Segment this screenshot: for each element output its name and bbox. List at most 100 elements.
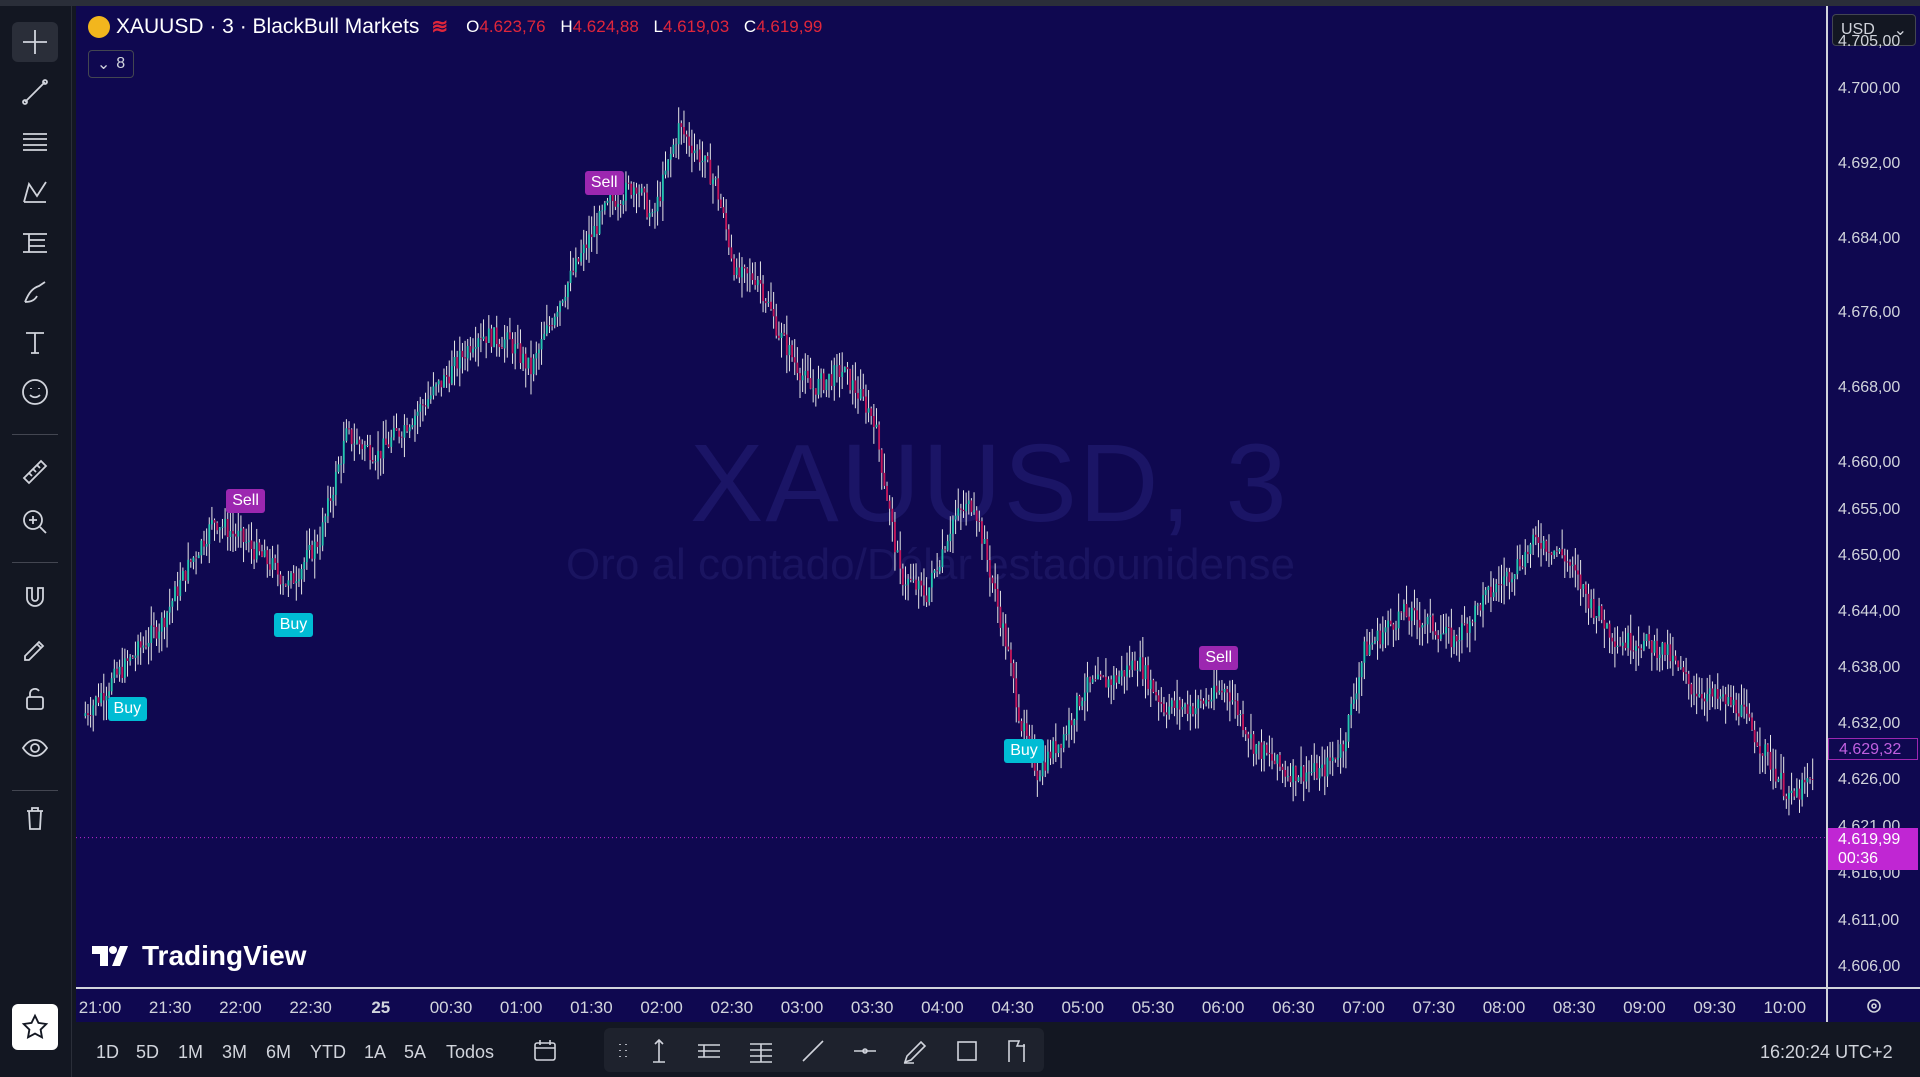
candle [1753, 720, 1756, 754]
candle [664, 151, 667, 179]
candle [698, 139, 701, 171]
hide-tool[interactable] [12, 728, 58, 768]
brush-tool[interactable] [12, 272, 58, 312]
zoom-tool[interactable] [12, 502, 58, 542]
trend-line-tool[interactable] [12, 72, 58, 112]
candle [1500, 564, 1503, 604]
left-drawing-toolbar [0, 6, 72, 1077]
candle [152, 612, 155, 639]
candle [648, 199, 651, 227]
candle [1732, 685, 1735, 713]
range-5a[interactable]: 5A [404, 1042, 426, 1063]
indicators-toggle[interactable]: ⌄ 8 [88, 50, 134, 78]
magnet-tool[interactable] [12, 578, 58, 618]
lock-tool[interactable] [12, 678, 58, 718]
range-1d[interactable]: 1D [96, 1042, 119, 1063]
candle [780, 322, 783, 358]
candle [891, 497, 894, 542]
candle [1310, 754, 1313, 776]
drag-handle[interactable] [606, 1034, 640, 1068]
candle [1371, 628, 1374, 650]
candle [1690, 682, 1693, 708]
candle [1439, 615, 1442, 642]
candle [930, 560, 933, 603]
candle [532, 354, 535, 382]
candle [1798, 779, 1801, 813]
remove-tool[interactable] [12, 798, 58, 838]
horizontal-lines-icon [23, 133, 47, 151]
candle [1793, 788, 1796, 801]
price-range-button[interactable] [744, 1034, 778, 1068]
high-value: 4.624,88 [572, 16, 639, 36]
flag-button[interactable] [1000, 1034, 1034, 1068]
range-ytd[interactable]: YTD [310, 1042, 346, 1063]
symbol-legend[interactable]: XAUUSD · 3 · BlackBull Markets ≋ O4.623,… [88, 14, 832, 39]
emoji-tool[interactable] [12, 372, 58, 412]
forecast-tool[interactable] [12, 222, 58, 262]
candle [704, 155, 706, 178]
stay-drawing-tool[interactable] [12, 628, 58, 668]
candle [1711, 681, 1714, 708]
last-price-value: 4.619,99 [1838, 830, 1901, 848]
candle [1759, 727, 1761, 774]
range-all[interactable]: Todos [446, 1042, 494, 1063]
candle [1252, 731, 1255, 767]
favorites-button[interactable] [12, 1004, 58, 1050]
candle [1305, 756, 1308, 789]
candle [1735, 692, 1738, 721]
candle [237, 511, 240, 548]
candle [564, 284, 567, 308]
candle [1205, 688, 1208, 707]
candle [730, 234, 733, 262]
clock-timezone[interactable]: 16:20:24 UTC+2 [1760, 1042, 1893, 1063]
candle [174, 581, 176, 602]
candle [1621, 631, 1624, 656]
candle [1213, 666, 1215, 711]
text-tool[interactable] [12, 322, 58, 362]
open-value: 4.623,76 [479, 16, 546, 36]
go-to-date-button[interactable] [528, 1034, 562, 1068]
candle [139, 632, 142, 665]
candle [912, 563, 915, 583]
long-position-button[interactable] [692, 1034, 726, 1068]
candle [145, 630, 147, 650]
range-3m[interactable]: 3M [222, 1042, 247, 1063]
candle [593, 205, 596, 238]
candle [1492, 578, 1495, 602]
candle [327, 485, 329, 524]
candle [865, 384, 867, 424]
candle [1308, 760, 1310, 793]
trash-icon [27, 807, 43, 830]
candle [1664, 642, 1666, 662]
horizontal-ray-button[interactable] [848, 1034, 882, 1068]
candle [1801, 772, 1804, 807]
candle [1540, 523, 1542, 567]
candle [1126, 652, 1128, 691]
candle [1060, 743, 1063, 769]
range-1a[interactable]: 1A [364, 1042, 386, 1063]
crosshair-tool[interactable] [12, 22, 58, 62]
fib-tool[interactable] [12, 122, 58, 162]
brush-button[interactable] [898, 1034, 932, 1068]
candle [1529, 542, 1532, 568]
candle [1413, 589, 1416, 626]
pattern-tool[interactable] [12, 172, 58, 212]
candle [999, 590, 1002, 637]
line-button[interactable] [796, 1034, 830, 1068]
rectangle-button[interactable] [950, 1034, 984, 1068]
symbol-title[interactable]: XAUUSD · 3 · BlackBull Markets [116, 15, 419, 39]
range-6m[interactable]: 6M [266, 1042, 291, 1063]
candle [537, 343, 540, 370]
axis-settings-button[interactable] [1826, 987, 1920, 1022]
candle [1574, 548, 1577, 588]
candle [1627, 625, 1630, 656]
range-5d[interactable]: 5D [136, 1042, 159, 1063]
measure-tool[interactable] [12, 452, 58, 492]
range-1m[interactable]: 1M [178, 1042, 203, 1063]
candle [1176, 679, 1179, 725]
vertical-line-button[interactable] [642, 1034, 676, 1068]
candle [1400, 611, 1403, 621]
candle [1687, 670, 1690, 700]
candle [1144, 657, 1147, 699]
candle [1487, 585, 1490, 603]
